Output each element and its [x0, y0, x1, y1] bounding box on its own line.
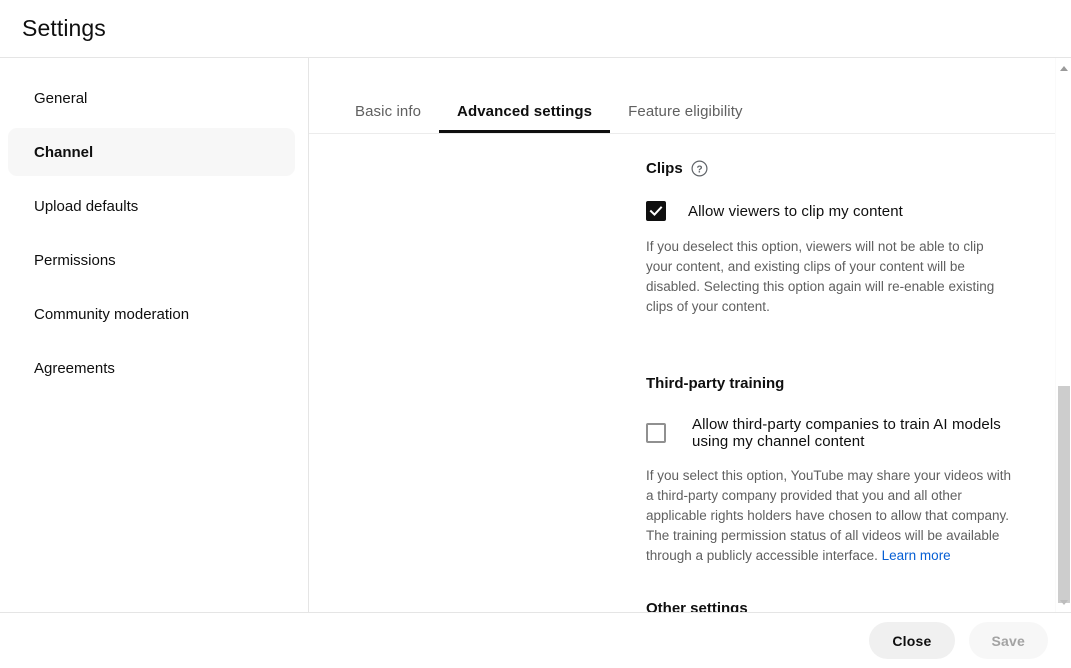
third-party-training-description: If you select this option, YouTube may s…	[646, 466, 1011, 566]
third-party-description-text: If you select this option, YouTube may s…	[646, 468, 1011, 563]
clips-heading-label: Clips	[646, 160, 683, 177]
tab-label: Feature eligibility	[628, 103, 743, 120]
sidebar-item-label: Upload defaults	[34, 197, 139, 215]
third-party-training-label[interactable]: Allow third-party companies to train AI …	[692, 416, 1011, 450]
third-party-training-checkbox[interactable]	[646, 423, 666, 443]
scrollbar-down-arrow[interactable]	[1056, 594, 1071, 610]
third-party-training-heading: Third-party training	[646, 375, 1011, 392]
sidebar-item-community-moderation[interactable]: Community moderation	[8, 290, 295, 338]
sidebar-item-label: General	[34, 89, 88, 107]
settings-sidebar: General Channel Upload defaults Permissi…	[0, 58, 309, 612]
tab-label: Advanced settings	[457, 103, 593, 120]
page-title: Settings	[22, 15, 106, 41]
dialog-body: General Channel Upload defaults Permissi…	[0, 58, 1071, 613]
allow-clips-checkbox[interactable]	[646, 201, 666, 221]
save-button[interactable]: Save	[968, 622, 1048, 659]
learn-more-link[interactable]: Learn more	[882, 548, 951, 563]
caret-down-icon	[1060, 599, 1068, 605]
dialog-footer: Close Save	[0, 613, 1071, 668]
sidebar-item-label: Permissions	[34, 251, 116, 269]
third-party-training-row: Allow third-party companies to train AI …	[646, 416, 1011, 450]
clips-section-heading: Clips ?	[646, 160, 1011, 177]
close-button[interactable]: Close	[869, 622, 955, 659]
sidebar-item-label: Community moderation	[34, 305, 190, 323]
tab-basic-info[interactable]: Basic info	[337, 103, 439, 133]
dialog-header: Settings	[0, 0, 1071, 58]
sidebar-item-agreements[interactable]: Agreements	[8, 344, 295, 392]
content-scrollbar[interactable]	[1055, 58, 1071, 612]
svg-text:?: ?	[696, 164, 702, 175]
tab-label: Basic info	[355, 103, 422, 120]
settings-dialog: Settings General Channel Upload defaults…	[0, 0, 1071, 668]
clips-description: If you deselect this option, viewers wil…	[646, 239, 995, 314]
sidebar-item-upload-defaults[interactable]: Upload defaults	[8, 182, 295, 230]
scrollbar-up-arrow[interactable]	[1056, 60, 1071, 76]
sidebar-item-general[interactable]: General	[8, 74, 295, 122]
tab-feature-eligibility[interactable]: Feature eligibility	[610, 103, 760, 133]
sidebar-item-permissions[interactable]: Permissions	[8, 236, 295, 284]
caret-up-icon	[1060, 65, 1068, 71]
tab-bar: Basic info Advanced settings Feature eli…	[309, 58, 1071, 134]
scrollbar-thumb[interactable]	[1058, 386, 1070, 603]
sidebar-item-label: Agreements	[34, 359, 115, 377]
allow-clips-row: Allow viewers to clip my content	[646, 201, 1011, 221]
advanced-settings-panel: Clips ? Allow viewers to clip my content…	[309, 134, 1071, 612]
sidebar-item-channel[interactable]: Channel	[8, 128, 295, 176]
tab-advanced-settings[interactable]: Advanced settings	[439, 103, 611, 133]
other-settings-heading: Other settings	[646, 600, 748, 612]
third-party-heading-label: Third-party training	[646, 375, 785, 392]
settings-content: Basic info Advanced settings Feature eli…	[309, 58, 1071, 612]
help-circle-icon[interactable]: ?	[691, 160, 708, 177]
allow-clips-label[interactable]: Allow viewers to clip my content	[688, 203, 903, 220]
sidebar-item-label: Channel	[34, 143, 94, 161]
